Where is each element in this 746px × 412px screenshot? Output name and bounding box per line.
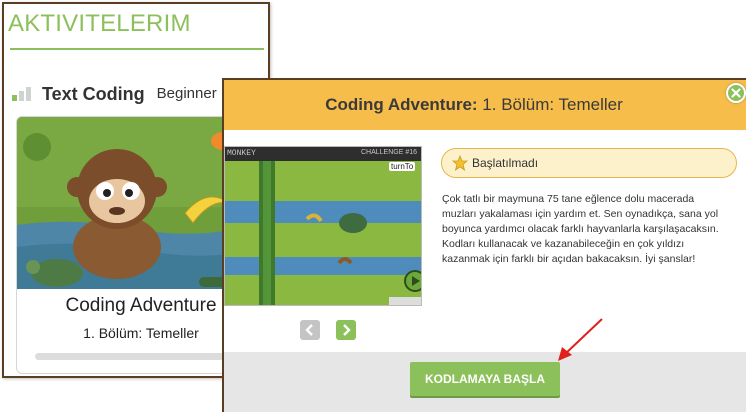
description-line: boyunca yardımcı olacak farklı hayvanlar…	[442, 223, 719, 235]
modal-header: Coding Adventure: 1. Bölüm: Temeller	[224, 80, 746, 130]
level-name: Text Coding	[42, 84, 145, 104]
star-icon	[452, 155, 468, 171]
prev-slide-button[interactable]	[300, 320, 320, 340]
description-line: muzları yakalaması için yardım et. Sen o…	[442, 208, 719, 220]
description-line: Çok tatlı bir maymuna 75 tane eğlence do…	[442, 193, 695, 205]
course-description: Çok tatlı bir maymuna 75 tane eğlence do…	[442, 192, 738, 267]
challenge-label: CHALLENGE #16	[360, 149, 417, 156]
modal-title: Coding Adventure: 1. Bölüm: Temeller	[224, 95, 724, 115]
level-row: Text Coding Beginner	[12, 82, 217, 104]
course-progress-bar	[35, 353, 247, 360]
description-line: Kodları kullanacak ve kazanabileceğin en…	[442, 238, 685, 250]
chevron-right-icon	[343, 324, 351, 336]
status-badge: Başlatılmadı	[441, 148, 737, 178]
close-button[interactable]	[726, 83, 746, 103]
game-preview: MONKEY CHALLENGE #16 turnTo	[224, 146, 422, 306]
panel-title: AKTIVITELERIM	[8, 10, 191, 37]
game-title: MONKEY	[227, 149, 256, 158]
modal-title-rest: 1. Bölüm: Temeller	[477, 95, 623, 114]
course-detail-modal: Coding Adventure: 1. Bölüm: Temeller MON…	[222, 78, 746, 412]
level-tag: Beginner	[156, 85, 217, 102]
game-topbar: MONKEY CHALLENGE #16	[225, 147, 421, 161]
next-slide-button[interactable]	[336, 320, 356, 340]
modal-title-bold: Coding Adventure:	[325, 95, 478, 114]
turn-label: turnTo	[389, 162, 416, 171]
title-divider	[10, 48, 264, 50]
screenshot-stage: AKTIVITELERIM Text Coding Beginner Codin…	[0, 0, 746, 412]
status-label: Başlatılmadı	[472, 156, 539, 170]
description-line: kazanmak için farklı bir açıdan bakacaks…	[442, 253, 696, 265]
close-icon	[731, 88, 741, 98]
level-bars-icon	[12, 87, 32, 101]
annotation-arrow-icon	[558, 318, 603, 361]
chevron-left-icon	[305, 324, 313, 336]
start-coding-button[interactable]: KODLAMAYA BAŞLA	[410, 362, 560, 396]
